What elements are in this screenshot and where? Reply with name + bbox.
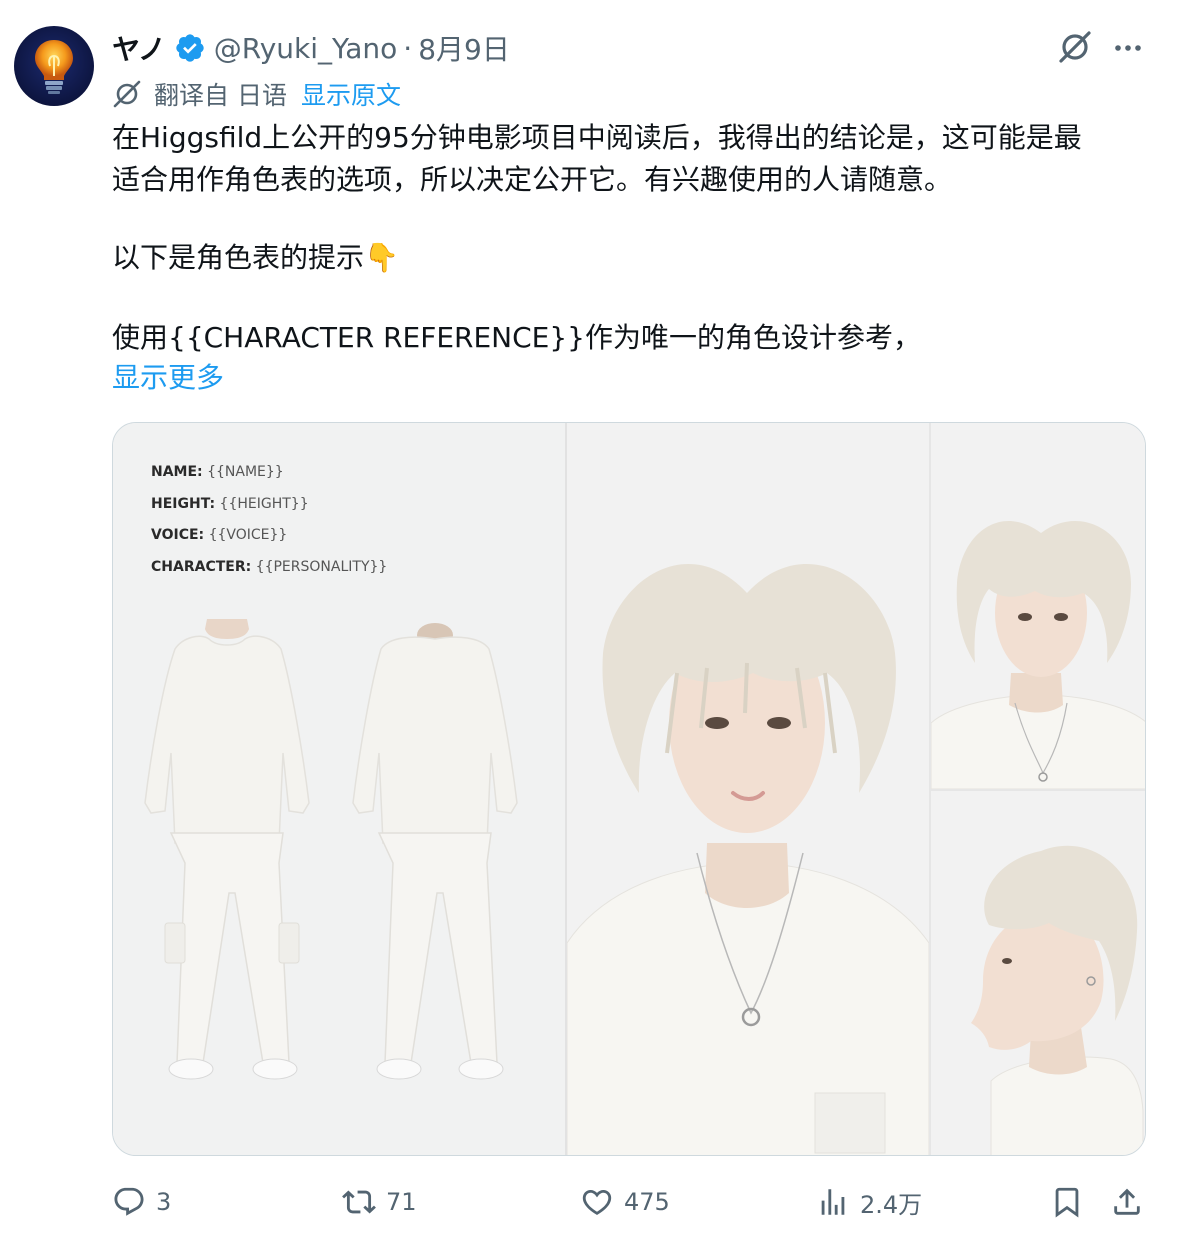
lightbulb-icon (35, 40, 73, 94)
profile-panel (931, 791, 1145, 1155)
tweet-header: ヤノ @Ryuki_Yano · 8月9日 (112, 28, 510, 68)
separator: · (403, 31, 413, 65)
views-count: 2.4万 (860, 1190, 923, 1219)
action-bar: 3 71 475 2.4万 (0, 1178, 1188, 1226)
portrait-panel (566, 423, 930, 1155)
full-body-panel: NAME: {{NAME}} HEIGHT: {{HEIGHT}} VOICE:… (113, 423, 565, 1155)
share-button[interactable] (1110, 1178, 1144, 1226)
views-icon (821, 1189, 845, 1215)
profile-figure (971, 845, 1144, 1155)
retweet-count: 71 (386, 1188, 417, 1216)
full-body-figures (144, 619, 518, 1080)
like-icon (582, 1189, 612, 1215)
views-button[interactable]: 2.4万 (816, 1178, 922, 1226)
tweet-text-line: 以下是角色表的提示👇 (112, 241, 399, 274)
translation-label: 翻译自 日语 (154, 81, 287, 110)
bookmark-button[interactable] (1050, 1178, 1084, 1226)
show-original-link[interactable]: 显示原文 (301, 76, 401, 112)
translation-row: 翻译自 日语 显示原文 (112, 76, 401, 112)
portrait-figure (566, 564, 930, 1155)
like-count: 475 (624, 1188, 670, 1216)
tweet-text-line: 使用{{CHARACTER REFERENCE}}作为唯一的角色设计参考， (112, 321, 921, 354)
show-more-link[interactable]: 显示更多 (112, 358, 224, 398)
tweet-text-line: 适合用作角色表的选项，所以决定公开它。有兴趣使用的人请随意。 (112, 163, 953, 196)
reply-icon (114, 1187, 144, 1216)
avatar[interactable] (14, 26, 94, 106)
display-name[interactable]: ヤノ (112, 28, 166, 68)
back-figure (352, 623, 518, 1080)
front-figure (144, 619, 310, 1080)
media-image[interactable]: NAME: {{NAME}} HEIGHT: {{HEIGHT}} VOICE:… (112, 422, 1146, 1156)
translate-icon (113, 80, 141, 108)
tweet-text-line: 在Higgsfild上公开的95分钟电影项目中阅读后，我得出的结论是，这可能是最 (112, 121, 1082, 154)
user-handle[interactable]: @Ryuki_Yano (214, 32, 398, 65)
retweet-icon (342, 1190, 376, 1214)
three-quarter-panel (930, 423, 1145, 790)
tweet-date[interactable]: 8月9日 (418, 28, 510, 68)
reply-button[interactable]: 3 (112, 1178, 171, 1226)
verified-badge-icon (176, 34, 204, 62)
retweet-button[interactable]: 71 (342, 1178, 417, 1226)
like-button[interactable]: 475 (580, 1178, 670, 1226)
bookmark-icon (1055, 1187, 1079, 1218)
share-icon (1114, 1188, 1140, 1215)
grok-icon[interactable] (1056, 28, 1094, 66)
more-icon[interactable] (1110, 30, 1146, 66)
reply-count: 3 (156, 1188, 172, 1216)
three-quarter-figure (930, 521, 1145, 790)
